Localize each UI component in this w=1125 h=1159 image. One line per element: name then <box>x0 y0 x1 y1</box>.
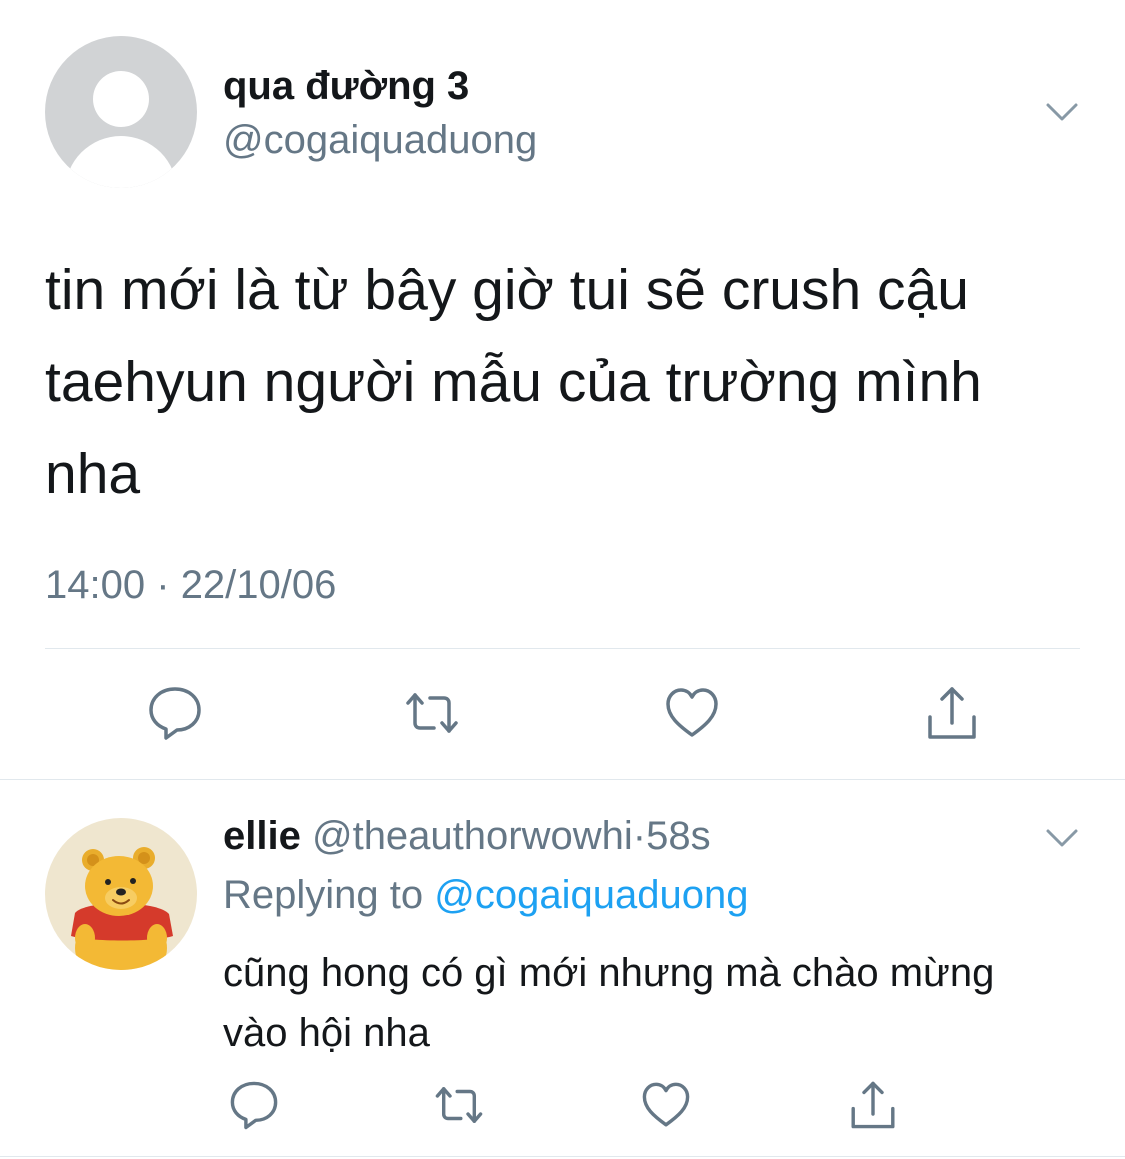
replying-to-mention[interactable]: @cogaiquaduong <box>434 873 748 917</box>
like-icon[interactable] <box>662 683 722 743</box>
replying-to-label: Replying to <box>223 873 424 917</box>
tweet-time: 14:00 <box>45 563 146 607</box>
winnie-the-pooh-avatar[interactable] <box>45 818 197 970</box>
share-icon[interactable] <box>922 683 982 743</box>
replying-to-line: Replying to @cogaiquaduong <box>223 873 748 918</box>
retweet-icon[interactable] <box>402 683 462 743</box>
chevron-down-icon[interactable] <box>1042 92 1082 132</box>
pooh-illustration <box>71 847 173 970</box>
avatar-head-shape <box>93 71 149 127</box>
reply-text: cũng hong có gì mới nhưng mà chào mừng v… <box>223 951 995 1055</box>
author-display-name[interactable]: qua đường 3 <box>223 64 469 109</box>
divider <box>45 648 1080 649</box>
avatar-shoulders-shape <box>65 136 177 188</box>
reply-header: ellie @theauthorwowhi·58s <box>223 814 711 859</box>
reply-author-handle[interactable]: @theauthorwowhi <box>312 814 633 858</box>
author-handle[interactable]: @cogaiquaduong <box>223 118 537 163</box>
tweet-timestamp[interactable]: 14:00 · 22/10/06 <box>45 563 336 608</box>
bottom-divider <box>0 1156 1125 1157</box>
reply-icon[interactable] <box>145 683 205 743</box>
reply-icon[interactable] <box>227 1078 281 1132</box>
retweet-icon[interactable] <box>432 1078 486 1132</box>
reply-separator: · <box>632 814 647 858</box>
share-icon[interactable] <box>846 1078 900 1132</box>
reply-time[interactable]: 58s <box>646 814 711 858</box>
default-avatar[interactable] <box>45 36 197 188</box>
chevron-down-icon[interactable] <box>1042 818 1082 858</box>
thread-divider <box>0 779 1125 780</box>
reply-author-name[interactable]: ellie <box>223 814 301 858</box>
like-icon[interactable] <box>639 1078 693 1132</box>
tweet-text: tin mới là từ bây giờ tui sẽ crush cậu t… <box>45 258 982 506</box>
tweet-date: 22/10/06 <box>180 563 337 607</box>
timestamp-separator: · <box>156 563 170 607</box>
